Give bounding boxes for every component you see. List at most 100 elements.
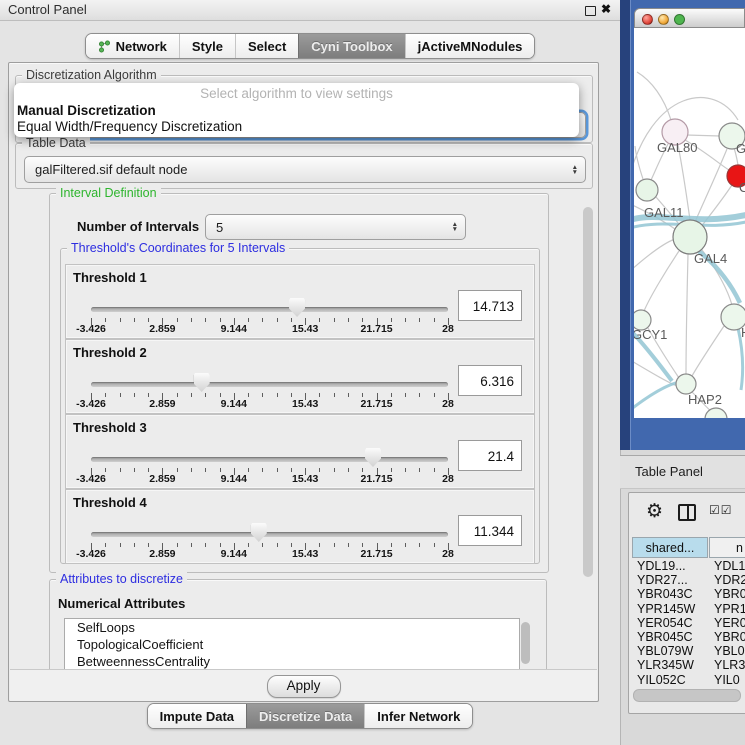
float-window-icon[interactable] [585,6,596,16]
threshold-value-field[interactable]: 11.344 [458,515,522,546]
network-window-titlebar[interactable] [634,8,745,28]
number-of-intervals-combo[interactable]: 5 ▲▼ [205,214,466,240]
table-data-combo[interactable]: galFiltered.sif default node ▲▼ [24,156,586,183]
table-panel-header[interactable]: Table Panel [620,455,745,489]
table-cell[interactable]: YLR345W [637,658,694,672]
combo-value: galFiltered.sif default node [35,157,187,182]
threshold-title: Threshold 4 [73,495,147,510]
threshold-value-field[interactable]: 14.713 [458,290,522,321]
tab-select[interactable]: Select [235,34,298,58]
slider-track[interactable] [91,457,448,462]
minor-tick [434,543,435,547]
tick-label: 9.144 [221,323,247,335]
minor-tick [105,543,106,547]
network-edge[interactable] [635,146,643,179]
control-panel-titlebar[interactable]: Control Panel ✖ [0,0,620,21]
network-node-gal4[interactable] [673,220,707,254]
minor-tick [148,468,149,472]
column-header-2[interactable]: n [709,537,745,558]
slider-thumb[interactable] [365,448,381,467]
slider-track[interactable] [91,382,448,387]
table-cell[interactable]: YPR1 [714,602,745,616]
tab-network[interactable]: Network [86,34,179,58]
tick-label: 9.144 [221,548,247,560]
minor-tick [419,318,420,322]
tab-infer-network[interactable]: Infer Network [364,704,472,728]
minor-tick [405,543,406,547]
minor-tick [419,468,420,472]
minor-tick [262,318,263,322]
network-canvas[interactable]: GAL80GCGAL11GAL4HGCY1HAP2 [634,28,745,418]
table-cell[interactable]: YBL0 [714,644,745,658]
slider-track[interactable] [91,307,448,312]
threshold-value-field[interactable]: 6.316 [458,365,522,396]
network-edge[interactable] [644,251,679,311]
close-traffic-light[interactable] [642,14,653,25]
tab-cyni-toolbox[interactable]: Cyni Toolbox [298,34,404,58]
table-cell[interactable]: YBL079W [637,644,693,658]
stepper-arrows-icon[interactable]: ▲▼ [452,222,458,232]
network-edge[interactable] [692,326,724,376]
table-cell[interactable]: YIL052C [637,673,686,685]
network-edge[interactable] [686,254,688,374]
column-header-1[interactable]: shared... [632,537,708,558]
table-cell[interactable]: YBR0 [714,630,745,644]
numerical-attributes-list[interactable]: SelfLoopsTopologicalCoefficientBetweenne… [64,618,520,672]
table-hscrollbar[interactable] [633,689,741,702]
table-cell[interactable]: YIL0 [714,673,740,685]
attribute-item[interactable]: TopologicalCoefficient [65,636,519,653]
table-cell[interactable]: YDR2 [714,573,745,587]
popup-item-manual-discretization[interactable]: Manual Discretization [14,103,579,119]
table-cell[interactable]: YBR0 [714,587,745,601]
slider-track[interactable] [91,532,448,537]
minor-tick [334,393,335,397]
table-cell[interactable]: YDL19... [637,559,686,573]
apply-button[interactable]: Apply [267,675,341,698]
tick-label: -3.426 [76,473,106,485]
table-cell[interactable]: YBR043C [637,587,693,601]
popup-item-equal-width-frequency-discretization[interactable]: Equal Width/Frequency Discretization [14,119,579,135]
minor-tick [205,318,206,322]
minimize-traffic-light[interactable] [658,14,669,25]
attribute-item[interactable]: SelfLoops [65,619,519,636]
stepper-arrows-icon[interactable]: ▲▼ [572,165,578,175]
tab-discretize-data[interactable]: Discretize Data [246,704,364,728]
minor-tick [334,318,335,322]
tick-label: 28 [442,548,454,560]
tick-label: 2.859 [149,548,175,560]
network-edge[interactable] [686,135,720,136]
attribute-item[interactable]: BetweennessCentrality [65,653,519,670]
number-of-intervals-label: Number of Intervals [77,219,199,234]
gear-icon[interactable]: ⚙ [646,500,663,522]
combo-value: 5 [216,215,223,239]
network-node-gal11[interactable] [636,179,658,201]
slider-thumb[interactable] [194,373,210,392]
minor-tick [319,393,320,397]
tab-style[interactable]: Style [179,34,235,58]
tab-impute-data[interactable]: Impute Data [148,704,246,728]
close-icon[interactable]: ✖ [601,2,611,16]
checkbox-icons[interactable]: ☑☑ [709,503,733,517]
tab-jactivemnodules[interactable]: jActiveMNodules [405,34,535,58]
table-cell[interactable]: YER054C [637,616,693,630]
slider-thumb[interactable] [251,523,267,542]
slider-thumb[interactable] [289,298,305,317]
zoom-traffic-light[interactable] [674,14,685,25]
network-edge[interactable] [637,72,671,120]
table-cell[interactable]: YDL1 [714,559,745,573]
minor-tick [205,543,206,547]
network-edge[interactable] [695,149,727,222]
list-scrollbar[interactable] [521,622,530,664]
panel-scrollbar[interactable] [583,207,593,577]
network-node-label: G [736,141,745,156]
table-cell[interactable]: YBR045C [637,630,693,644]
network-node-hap2[interactable] [676,374,696,394]
minor-tick [248,318,249,322]
table-cell[interactable]: YDR27... [637,573,688,587]
table-cell[interactable]: YER0 [714,616,745,630]
minor-tick [105,468,106,472]
threshold-value-field[interactable]: 21.4 [458,440,522,471]
table-cell[interactable]: YPR145W [637,602,695,616]
column-split-icon[interactable] [678,504,696,521]
table-cell[interactable]: YLR3 [714,658,745,672]
